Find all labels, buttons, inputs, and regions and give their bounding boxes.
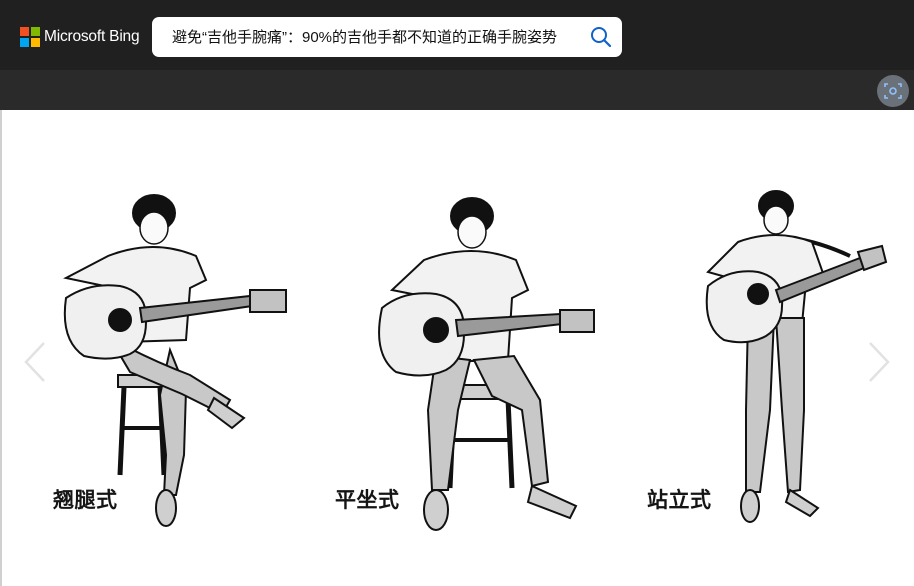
- chevron-right-icon: [869, 342, 890, 382]
- previous-image-button[interactable]: [22, 340, 48, 384]
- guitar-posture-image: [0, 110, 914, 586]
- toolbar: [0, 70, 914, 110]
- caption-crossed-leg: 翘腿式: [53, 488, 118, 512]
- search-box[interactable]: 避免“吉他手腕痛”：90%的吉他手都不知道的正确手腕姿势: [152, 17, 622, 57]
- visual-search-button[interactable]: [877, 75, 909, 107]
- top-bar: Microsoft Bing 避免“吉他手腕痛”：90%的吉他手都不知道的正确手…: [0, 0, 914, 70]
- bing-logo[interactable]: Microsoft Bing: [20, 26, 140, 48]
- search-button[interactable]: [589, 25, 613, 49]
- image-viewer: 翘腿式 平坐式 站立式: [0, 110, 914, 586]
- visual-search-icon: [884, 83, 902, 99]
- chevron-left-icon: [24, 342, 45, 382]
- brand-name: Microsoft Bing: [44, 28, 140, 45]
- microsoft-logo-icon: [20, 27, 40, 47]
- search-input[interactable]: 避免“吉他手腕痛”：90%的吉他手都不知道的正确手腕姿势: [172, 28, 576, 48]
- next-image-button[interactable]: [866, 340, 892, 384]
- caption-flat-seated: 平坐式: [335, 488, 400, 512]
- search-icon: [591, 27, 612, 48]
- caption-standing: 站立式: [647, 488, 712, 512]
